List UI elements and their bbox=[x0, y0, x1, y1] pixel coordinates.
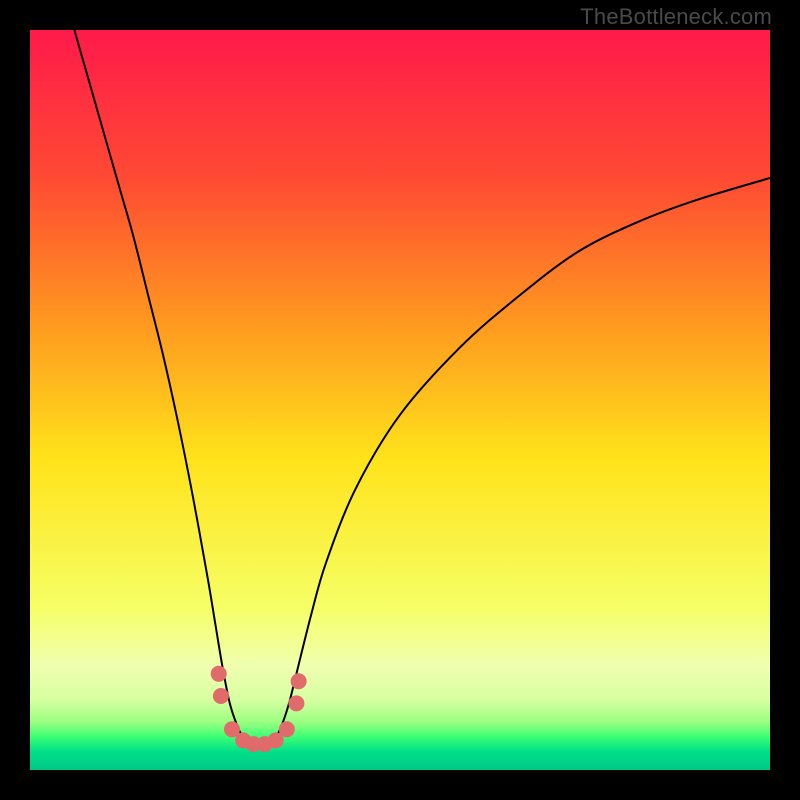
highlight-dot bbox=[288, 695, 304, 711]
gradient-background bbox=[30, 30, 770, 770]
highlight-dot bbox=[211, 666, 227, 682]
bottleneck-chart bbox=[30, 30, 770, 770]
chart-frame: TheBottleneck.com bbox=[0, 0, 800, 800]
highlight-dot bbox=[291, 673, 307, 689]
plot-area bbox=[30, 30, 770, 770]
highlight-dot bbox=[279, 721, 295, 737]
highlight-dot bbox=[213, 688, 229, 704]
watermark-text: TheBottleneck.com bbox=[580, 4, 772, 30]
